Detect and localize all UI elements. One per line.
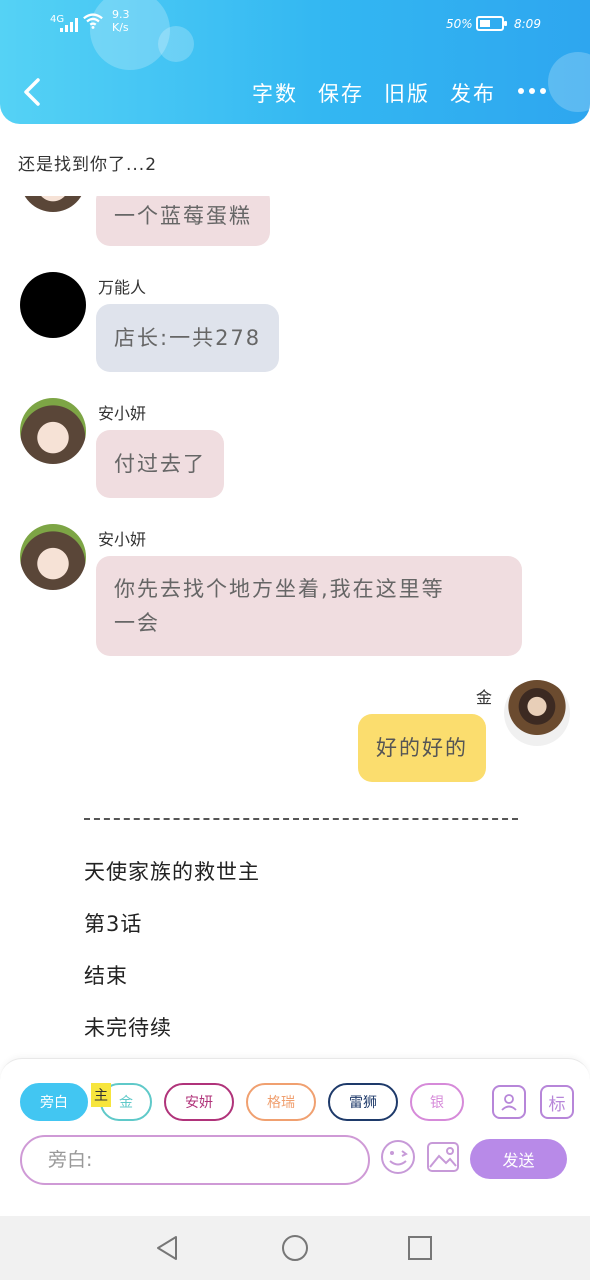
tag-button[interactable]: 标 xyxy=(540,1085,574,1119)
emoji-button[interactable] xyxy=(380,1139,416,1179)
person-card-icon xyxy=(492,1085,526,1119)
avatar[interactable] xyxy=(20,524,86,590)
status-bar: 4G 9.3 K/s 50% 8:09 xyxy=(0,8,590,38)
battery-icon xyxy=(476,16,507,31)
network-speed: 9.3 K/s xyxy=(112,8,130,34)
composer-panel: 旁白 金 主 安妍 格瑞 雷狮 银 标 发送 xyxy=(0,1058,590,1216)
sender-name: 万能人 xyxy=(98,278,147,297)
publish-button[interactable]: 发布 xyxy=(450,78,496,108)
message-text: 付过去了 xyxy=(114,452,206,476)
network-speed-unit: K/s xyxy=(112,21,129,34)
character-chip-yin[interactable]: 银 xyxy=(410,1083,464,1121)
character-chip-anyan[interactable]: 安妍 xyxy=(164,1083,234,1121)
ending-story-title: 天使家族的救世主 xyxy=(84,860,260,884)
wifi-icon xyxy=(83,13,103,29)
tag-icon: 标 xyxy=(540,1085,574,1119)
ending-episode: 第3话 xyxy=(84,912,143,936)
app-header: 4G 9.3 K/s 50% 8:09 字数 保存 旧版 发布 xyxy=(0,0,590,124)
nav-home-icon[interactable] xyxy=(281,1234,309,1262)
avatar[interactable] xyxy=(20,196,86,212)
character-chip-gerui[interactable]: 格瑞 xyxy=(246,1083,316,1121)
network-speed-value: 9.3 xyxy=(112,8,130,21)
image-icon xyxy=(427,1142,459,1172)
sender-name: 金 xyxy=(476,688,493,707)
nav-recents-icon[interactable] xyxy=(406,1234,434,1262)
character-chip-narrator[interactable]: 旁白 xyxy=(20,1083,88,1121)
signal-icon xyxy=(60,18,78,32)
send-button[interactable]: 发送 xyxy=(470,1139,567,1179)
message-text: 一个蓝莓蛋糕 xyxy=(114,204,252,228)
ending-to-be-continued: 未完待续 xyxy=(84,1016,172,1040)
chevron-left-icon xyxy=(24,78,40,106)
sender-name: 安小妍 xyxy=(98,530,147,549)
old-version-button[interactable]: 旧版 xyxy=(384,78,430,108)
message-text: 一会 xyxy=(114,611,160,635)
sender-name: 安小妍 xyxy=(98,404,147,423)
system-navigation-bar xyxy=(0,1216,590,1280)
message-bubble[interactable]: 付过去了 xyxy=(96,430,224,498)
battery-percent: 50% xyxy=(446,17,473,31)
word-count-button[interactable]: 字数 xyxy=(252,78,298,108)
protagonist-badge: 主 xyxy=(91,1083,111,1107)
nav-back-icon[interactable] xyxy=(154,1234,182,1262)
avatar[interactable] xyxy=(20,398,86,464)
message-text: 店长:一共278 xyxy=(114,326,262,350)
smiley-icon xyxy=(381,1140,415,1174)
ending-end: 结束 xyxy=(84,964,128,988)
image-button[interactable] xyxy=(426,1141,460,1177)
header-decoration-bubble xyxy=(548,52,590,112)
message-input-wrapper xyxy=(20,1135,370,1185)
avatar[interactable] xyxy=(504,680,570,746)
character-chip-leishi[interactable]: 雷狮 xyxy=(328,1083,398,1121)
ending-divider xyxy=(84,818,518,820)
save-button[interactable]: 保存 xyxy=(318,78,364,108)
message-text: 你先去找个地方坐着,我在这里等 xyxy=(114,577,445,601)
chapter-title: 还是找到你了...2 xyxy=(18,155,158,175)
header-actions: 字数 保存 旧版 发布 xyxy=(252,78,496,108)
status-time: 8:09 xyxy=(514,17,541,31)
message-bubble[interactable]: 好的好的 xyxy=(358,714,486,782)
message-bubble[interactable]: 你先去找个地方坐着,我在这里等 一会 xyxy=(96,556,522,656)
avatar[interactable] xyxy=(20,272,86,338)
message-input[interactable] xyxy=(48,1149,348,1171)
message-text: 好的好的 xyxy=(376,736,468,760)
chat-area[interactable]: 一个蓝莓蛋糕 万能人 店长:一共278 安小妍 付过去了 安小妍 你先去找个地方… xyxy=(0,196,590,1056)
message-bubble[interactable]: 一个蓝莓蛋糕 xyxy=(96,196,270,246)
contact-button[interactable] xyxy=(492,1085,526,1119)
message-bubble[interactable]: 店长:一共278 xyxy=(96,304,280,372)
more-dots-icon[interactable] xyxy=(518,88,546,94)
back-button[interactable] xyxy=(18,74,46,110)
